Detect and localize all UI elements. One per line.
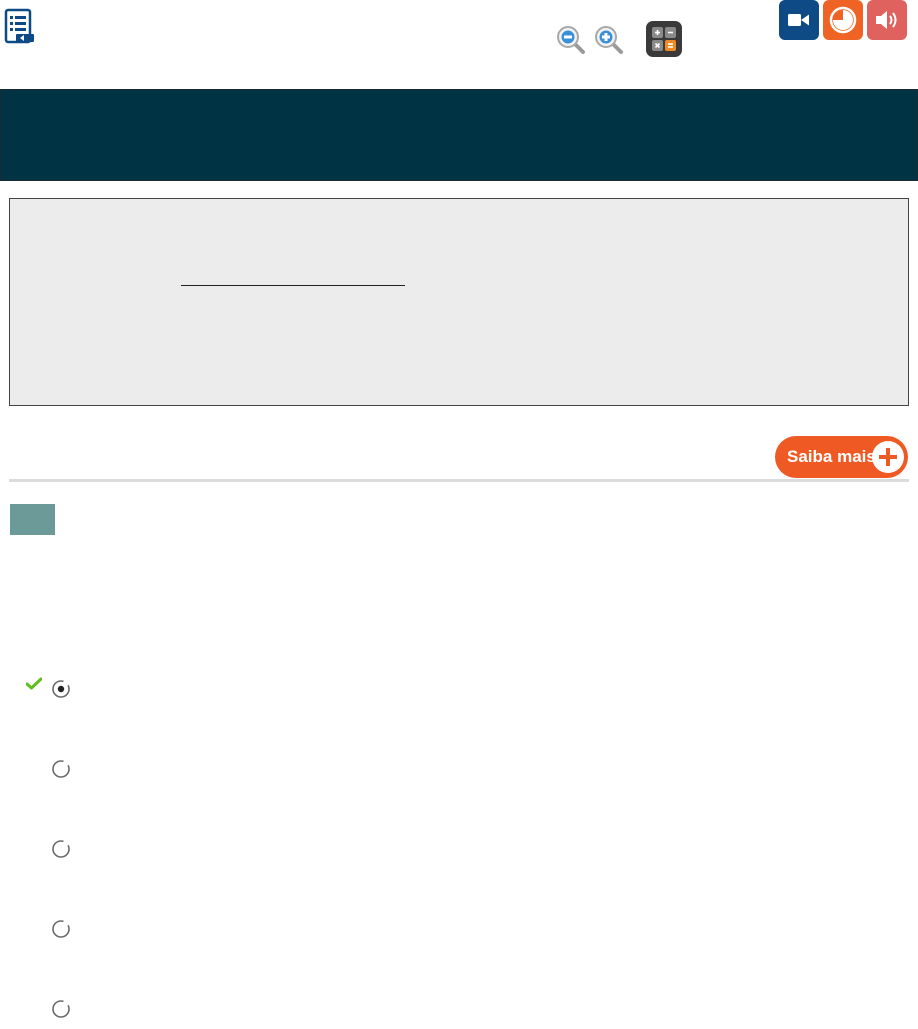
- option-radio-1[interactable]: [51, 679, 70, 698]
- question-number-tag: [10, 504, 55, 535]
- zoom-out-icon[interactable]: [555, 24, 587, 56]
- plus-icon: [872, 441, 904, 473]
- fill-in-blank-line: [181, 285, 405, 286]
- correct-check-icon: [25, 677, 43, 691]
- speaker-icon: [876, 11, 897, 29]
- section-divider: [9, 479, 909, 482]
- video-button[interactable]: [779, 0, 819, 40]
- saiba-mais-label: Saiba mais: [787, 447, 876, 466]
- audio-button[interactable]: [867, 0, 907, 40]
- option-radio-4[interactable]: [51, 919, 70, 938]
- calculator-icon[interactable]: [645, 20, 683, 58]
- chart-icon: [829, 6, 857, 34]
- zoom-in-icon[interactable]: [593, 24, 625, 56]
- option-radio-3[interactable]: [51, 839, 70, 858]
- document-list-icon[interactable]: [4, 8, 36, 46]
- chart-button[interactable]: [823, 0, 863, 40]
- option-radio-2[interactable]: [51, 759, 70, 778]
- question-statement-box: [9, 198, 909, 406]
- saiba-mais-button[interactable]: Saiba mais: [775, 436, 908, 478]
- option-radio-5[interactable]: [51, 999, 70, 1018]
- header-bar: [0, 89, 918, 181]
- video-icon: [788, 14, 809, 26]
